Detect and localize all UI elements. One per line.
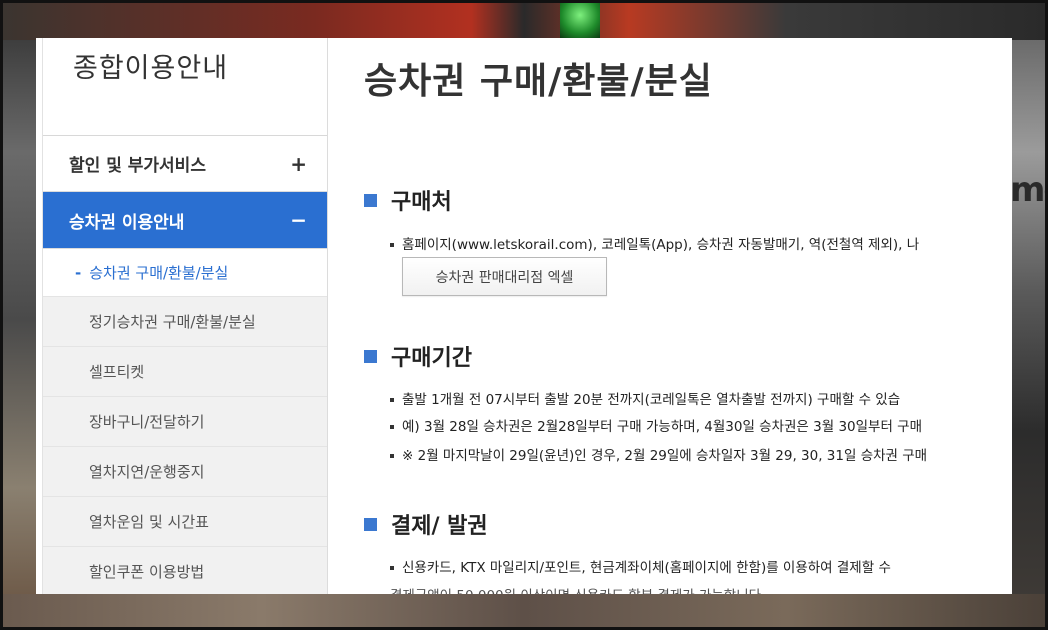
sidebar-subitem-coupon[interactable]: 할인쿠폰 이용방법	[43, 547, 327, 594]
sidebar-item-discounts[interactable]: 할인 및 부가서비스 +	[43, 136, 327, 192]
agency-excel-button[interactable]: 승차권 판매대리점 엑셀	[402, 257, 607, 296]
bullet-text: 홈페이지(www.letskorail.com), 코레일톡(App), 승차권…	[390, 233, 919, 253]
section-heading-label: 구매기간	[391, 346, 472, 371]
sidebar-item-label: 할인 및 부가서비스	[69, 156, 206, 176]
main-content: 승차권 구매/환불/분실 구매처 홈페이지(www.letskorail.com…	[328, 38, 1012, 594]
sidebar-subitem-label: 승차권 구매/환불/분실	[89, 264, 229, 282]
background-right-strip	[1012, 40, 1048, 600]
section-square-icon	[364, 349, 377, 363]
bullet-text-cut: 결제금액이 50,000원 이상이면 신용카드 할부 결제가 가능합니다.	[390, 584, 765, 594]
sidebar-subitem-ticket-purchase[interactable]: - 승차권 구매/환불/분실	[43, 249, 327, 297]
section-heading-where: 구매처	[364, 184, 452, 216]
section-heading-period: 구매기간	[364, 340, 472, 372]
sidebar: 종합이용안내 할인 및 부가서비스 + 승차권 이용안내 − - 승차권 구매/…	[42, 38, 328, 594]
background-platform	[0, 594, 1048, 630]
sidebar-item-label: 승차권 이용안내	[69, 212, 185, 233]
sidebar-subitem-fares[interactable]: 열차운임 및 시간표	[43, 497, 327, 547]
bullet-text: 신용카드, KTX 마일리지/포인트, 현금계좌이체(홈페이지에 한함)를 이용…	[390, 556, 891, 576]
sidebar-subitem-delay[interactable]: 열차지연/운행중지	[43, 447, 327, 497]
web-page: 종합이용안내 할인 및 부가서비스 + 승차권 이용안내 − - 승차권 구매/…	[36, 38, 1012, 594]
section-heading-label: 결제/ 발권	[391, 514, 488, 539]
background-signal-light	[560, 0, 600, 38]
section-heading-label: 구매처	[391, 190, 452, 215]
section-square-icon	[364, 193, 377, 207]
sidebar-subitem-season-ticket[interactable]: 정기승차권 구매/환불/분실	[43, 297, 327, 347]
section-square-icon	[364, 517, 377, 531]
sidebar-subitem-cart[interactable]: 장바구니/전달하기	[43, 397, 327, 447]
sidebar-subitem-label: 열차운임 및 시간표	[89, 513, 209, 531]
bullet-text: 예) 3월 28일 승차권은 2월28일부터 구매 가능하며, 4월30일 승차…	[390, 415, 922, 435]
background-left-strip	[0, 40, 36, 600]
current-marker-icon: -	[75, 263, 82, 282]
bullet-text: 출발 1개월 전 07시부터 출발 20분 전까지(코레일톡은 열차출발 전까지…	[390, 388, 900, 408]
sidebar-subitem-label: 셀프티켓	[89, 363, 145, 381]
sidebar-item-ticket-guide[interactable]: 승차권 이용안내 −	[43, 192, 327, 249]
expand-icon[interactable]: +	[290, 152, 307, 176]
section-heading-payment: 결제/ 발권	[364, 508, 488, 540]
sidebar-subitem-label: 할인쿠폰 이용방법	[89, 563, 205, 581]
background-train-top	[0, 0, 1048, 40]
sidebar-subitem-label: 정기승차권 구매/환불/분실	[89, 313, 256, 331]
background-sign-text: met	[1010, 170, 1048, 210]
sidebar-subitem-self-ticket[interactable]: 셀프티켓	[43, 347, 327, 397]
sidebar-title: 종합이용안내	[43, 38, 327, 136]
page-title: 승차권 구매/환불/분실	[364, 61, 713, 102]
sidebar-subitem-label: 장바구니/전달하기	[89, 413, 205, 431]
collapse-icon[interactable]: −	[290, 208, 307, 232]
bullet-text: ※ 2월 마지막날이 29일(윤년)인 경우, 2월 29일에 승차일자 3월 …	[390, 444, 927, 464]
sidebar-subitem-label: 열차지연/운행중지	[89, 463, 205, 481]
